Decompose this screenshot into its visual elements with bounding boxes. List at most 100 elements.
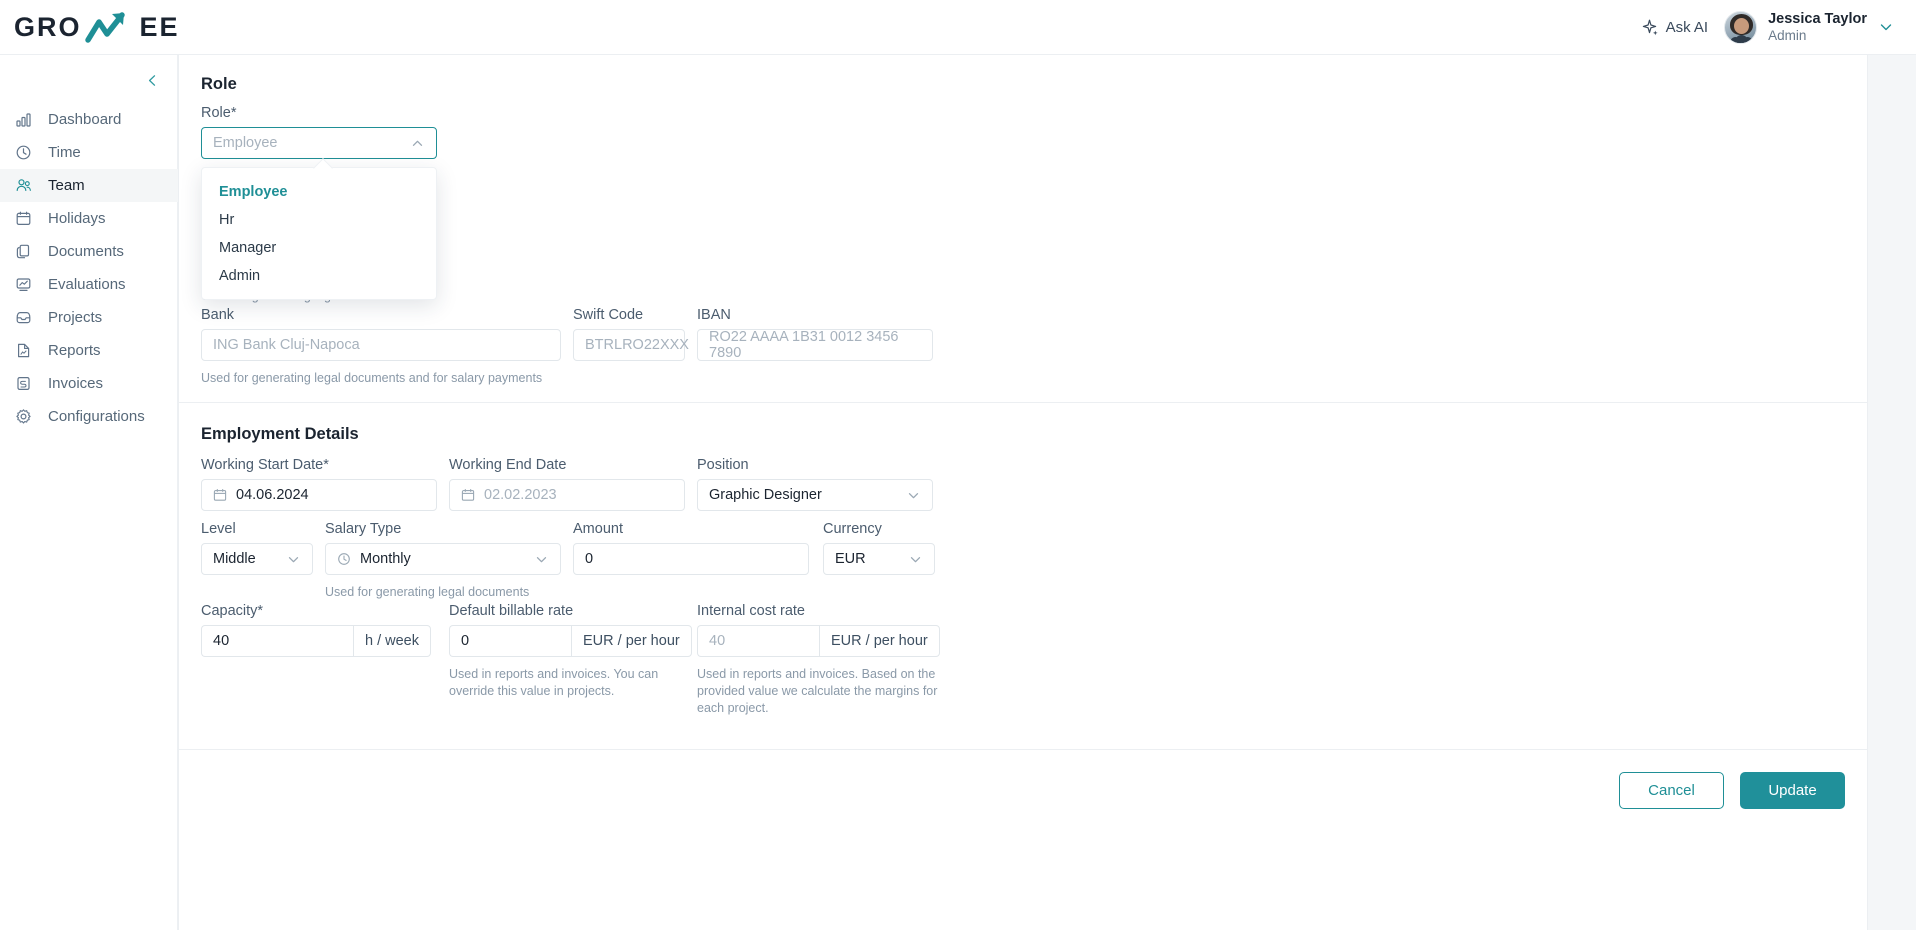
app-root: GRO EE Ask AI Jessica Taylor Admin Dashb… [0, 0, 1916, 930]
capacity-input[interactable]: 40 [201, 625, 353, 657]
sidebar-item-reports[interactable]: Reports [0, 334, 178, 367]
sidebar-item-label: Configurations [48, 408, 145, 425]
iban-field-label: IBAN [697, 307, 731, 323]
role-option-hr[interactable]: Hr [202, 206, 436, 234]
amount-wrapper: 0 [573, 543, 809, 575]
evaluation-chart-icon [14, 275, 33, 294]
user-role: Admin [1768, 27, 1807, 43]
internal-cost-rate-unit: EUR / per hour [819, 625, 940, 657]
cancel-button[interactable]: Cancel [1619, 772, 1724, 809]
sidebar-item-time[interactable]: Time [0, 136, 178, 169]
default-billable-rate-unit: EUR / per hour [571, 625, 692, 657]
level-value: Middle [213, 551, 256, 567]
user-menu[interactable]: Jessica Taylor Admin [1724, 10, 1894, 44]
chevron-down-icon [286, 552, 301, 567]
swift-field-wrapper: BTRLRO22XXX [573, 329, 689, 361]
ask-ai-label: Ask AI [1665, 18, 1709, 36]
app-logo[interactable]: GRO EE [14, 0, 180, 55]
inbox-icon [14, 308, 33, 327]
footer-actions: Cancel Update [1619, 772, 1845, 809]
iban-field-wrapper: RO22 AAAA 1B31 0012 3456 7890 [697, 329, 933, 361]
iban-input[interactable]: RO22 AAAA 1B31 0012 3456 7890 [697, 329, 933, 361]
swift-field-label: Swift Code [573, 307, 644, 323]
user-name: Jessica Taylor [1768, 10, 1867, 27]
swift-code-input[interactable]: BTRLRO22XXX [573, 329, 689, 361]
working-start-date-input[interactable]: 04.06.2024 [201, 479, 437, 511]
form-footer: Cancel Update [178, 750, 1868, 930]
calendar-icon [14, 209, 33, 228]
sidebar-item-holidays[interactable]: Holidays [0, 202, 178, 235]
sidebar-item-team[interactable]: Team [0, 169, 178, 202]
update-button[interactable]: Update [1740, 772, 1845, 809]
currency-value: EUR [835, 551, 866, 567]
sidebar-item-dashboard[interactable]: Dashboard [0, 103, 178, 136]
position-label: Position [697, 457, 749, 473]
logo-text-left: GRO [14, 11, 82, 42]
sidebar-item-projects[interactable]: Projects [0, 301, 178, 334]
working-end-date-input[interactable]: 02.02.2023 [449, 479, 685, 511]
sidebar-item-documents[interactable]: Documents [0, 235, 178, 268]
documents-icon [14, 242, 33, 261]
internal-cost-rate-input[interactable]: 40 [697, 625, 819, 657]
position-select[interactable]: Graphic Designer [697, 479, 933, 511]
salary-type-hint: Used for generating legal documents [325, 585, 530, 599]
position-wrapper: Graphic Designer [697, 479, 933, 511]
sidebar-item-configurations[interactable]: Configurations [0, 400, 178, 433]
main-content: Role Role* Employee Used for generating … [178, 55, 1916, 930]
role-dropdown-menu: Employee Hr Manager Admin [201, 167, 437, 300]
currency-wrapper: EUR [823, 543, 935, 575]
working-start-date-value: 04.06.2024 [236, 487, 309, 503]
internal-cost-rate-label: Internal cost rate [697, 603, 805, 619]
sparkle-icon [1642, 19, 1658, 35]
sidebar-item-label: Documents [48, 243, 124, 260]
employment-details-section: Employment Details Working Start Date* 0… [178, 403, 1868, 750]
bar-chart-icon [14, 110, 33, 129]
role-section: Role Role* Employee Used for generating … [178, 55, 1868, 403]
growth-arrow-icon [84, 12, 125, 43]
sidebar-collapse-button[interactable] [141, 69, 163, 91]
working-end-date-wrapper: 02.02.2023 [449, 479, 685, 511]
working-start-date-label: Working Start Date* [201, 457, 329, 473]
currency-select[interactable]: EUR [823, 543, 935, 575]
role-select-wrapper: Employee [201, 127, 437, 159]
ask-ai-button[interactable]: Ask AI [1640, 18, 1709, 37]
role-option-manager[interactable]: Manager [202, 234, 436, 262]
internal-cost-rate-hint: Used in reports and invoices. Based on t… [697, 667, 938, 715]
chevron-down-icon[interactable] [1878, 19, 1894, 35]
chevron-up-icon [410, 136, 425, 151]
sidebar: Dashboard Time Team Holidays Documents E… [0, 55, 178, 930]
report-file-icon [14, 341, 33, 360]
clock-icon [14, 143, 33, 162]
invoice-icon [14, 374, 33, 393]
chevron-left-icon [148, 74, 155, 86]
role-select[interactable]: Employee [201, 127, 437, 159]
sidebar-item-evaluations[interactable]: Evaluations [0, 268, 178, 301]
default-billable-rate-wrapper: 0 EUR / per hour [449, 625, 692, 657]
role-field-label: Role* [201, 105, 237, 121]
salary-type-select[interactable]: Monthly [325, 543, 561, 575]
role-option-admin[interactable]: Admin [202, 262, 436, 290]
sidebar-item-label: Evaluations [48, 276, 126, 293]
capacity-unit: h / week [353, 625, 431, 657]
sidebar-item-label: Team [48, 177, 85, 194]
level-select[interactable]: Middle [201, 543, 313, 575]
bank-input[interactable]: ING Bank Cluj-Napoca [201, 329, 561, 361]
bank-field-wrapper: ING Bank Cluj-Napoca [201, 329, 561, 361]
working-start-date-wrapper: 04.06.2024 [201, 479, 437, 511]
amount-input[interactable]: 0 [573, 543, 809, 575]
salary-type-value: Monthly [360, 551, 411, 567]
amount-label: Amount [573, 521, 623, 537]
gear-icon [14, 407, 33, 426]
salary-type-wrapper: Monthly [325, 543, 561, 575]
users-icon [14, 176, 33, 195]
default-billable-rate-hint: Used in reports and invoices. You can ov… [449, 667, 659, 698]
salary-type-label: Salary Type [325, 521, 402, 537]
sidebar-nav: Dashboard Time Team Holidays Documents E… [0, 103, 178, 433]
default-billable-rate-input[interactable]: 0 [449, 625, 571, 657]
chevron-down-icon [906, 488, 921, 503]
chevron-down-icon [534, 552, 549, 567]
role-option-employee[interactable]: Employee [202, 178, 436, 206]
calendar-icon [213, 488, 227, 502]
section-title-employment: Employment Details [201, 425, 359, 443]
sidebar-item-invoices[interactable]: Invoices [0, 367, 178, 400]
